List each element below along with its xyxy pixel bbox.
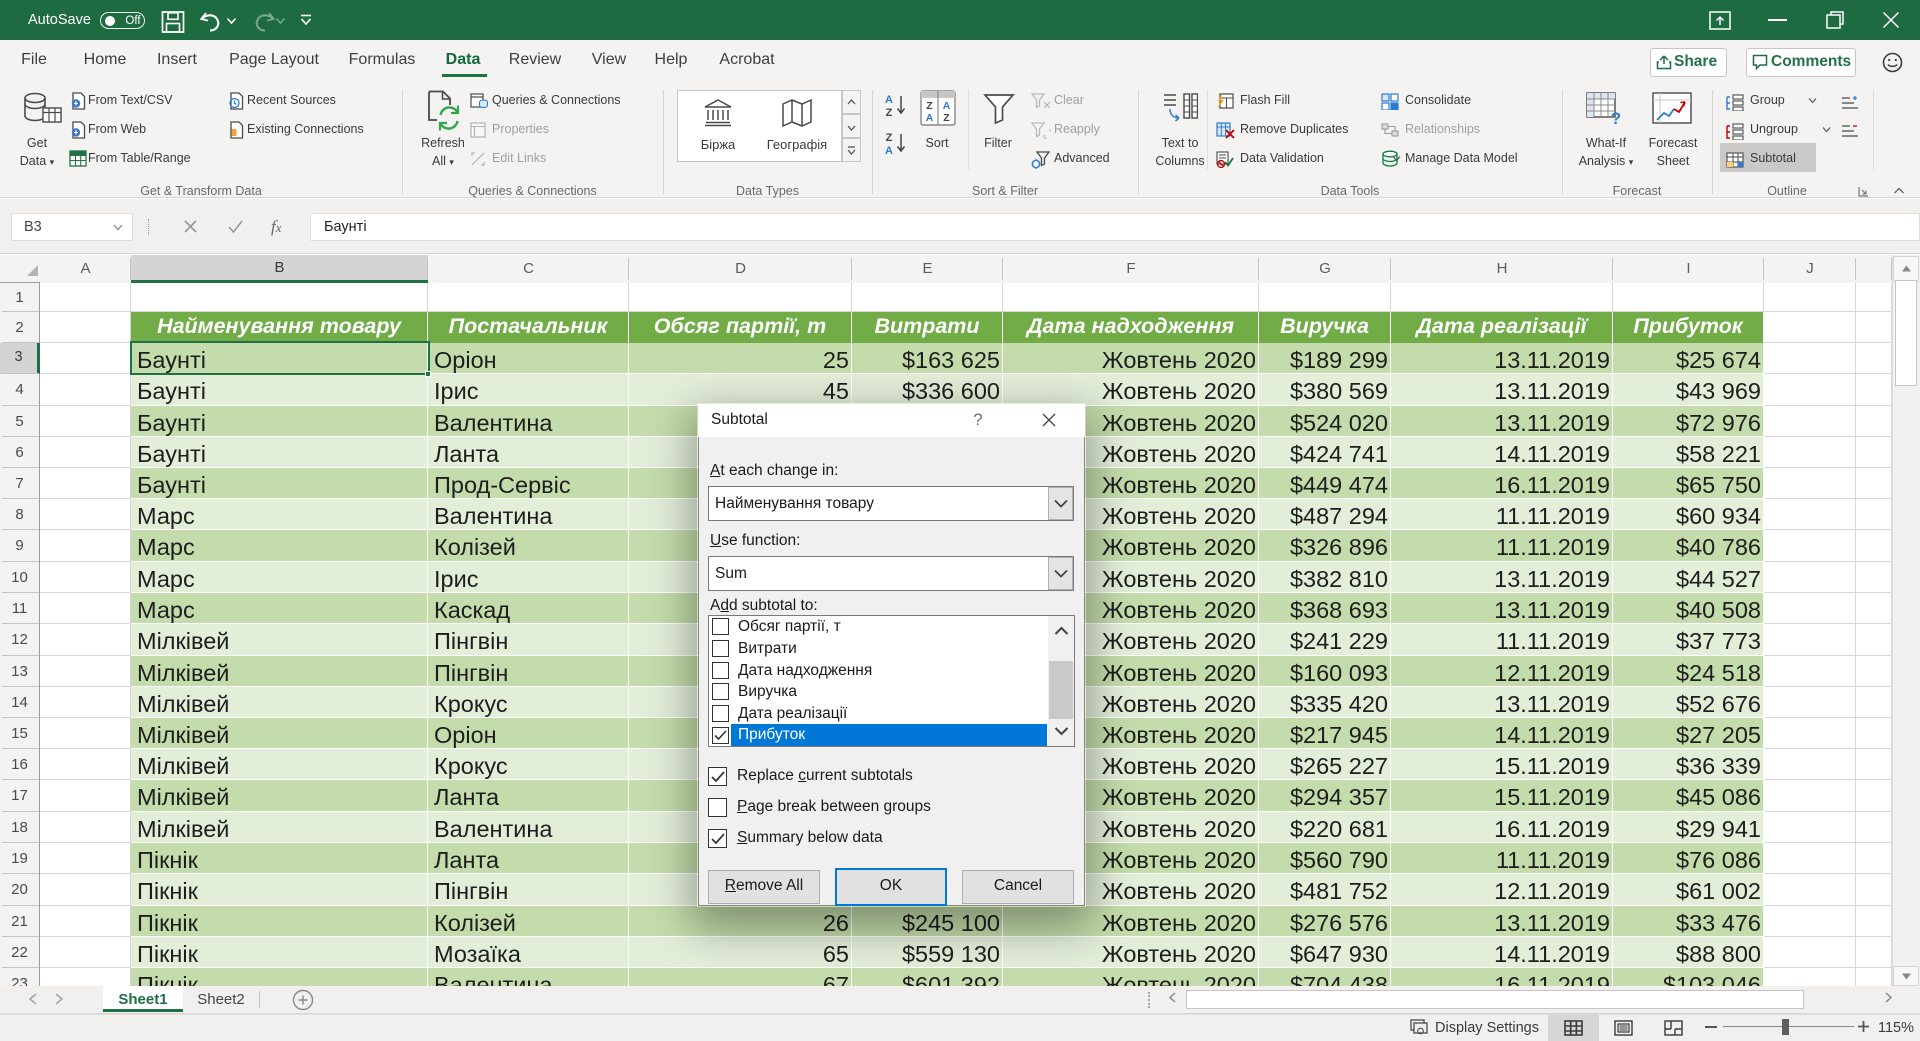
svg-text:Z: Z <box>886 107 893 118</box>
svg-text:Z: Z <box>886 132 893 144</box>
svg-text:A: A <box>943 100 951 112</box>
svg-text:A: A <box>885 94 893 106</box>
svg-text:A: A <box>926 112 934 124</box>
svg-text:Z: Z <box>926 100 933 112</box>
svg-text:Z: Z <box>943 112 950 124</box>
svg-text:A: A <box>885 145 893 156</box>
svg-text:?: ? <box>1611 109 1621 126</box>
